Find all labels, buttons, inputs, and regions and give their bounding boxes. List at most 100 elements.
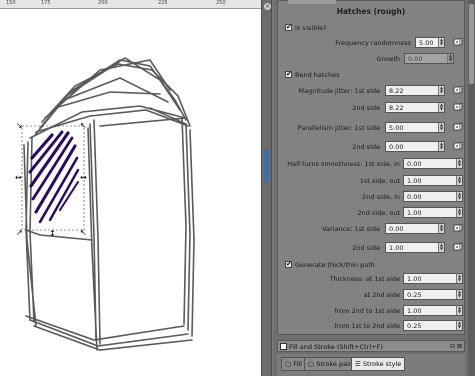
half-turns-2nd-out-input[interactable]: 1.00 ▲ ▼ (403, 207, 463, 218)
variance-2nd-label: 2nd side (352, 244, 380, 252)
panel-scrollbar[interactable] (468, 0, 475, 376)
half-turns-2nd-in-input[interactable]: 0.00 ▲ ▼ (403, 191, 463, 202)
tab-stroke-paint-label: Stroke paint (316, 360, 356, 368)
close-icon[interactable]: × (264, 3, 271, 10)
rotate-handle-tr: ↖ (80, 121, 87, 130)
randomize-dice-icon[interactable] (453, 223, 463, 233)
spin-arrows[interactable]: ▲ ▼ (456, 192, 462, 201)
dialog-title: Hatches (rough) (336, 7, 406, 16)
half-turns-1st-in-value: 0.00 (407, 160, 422, 168)
dock-divider[interactable]: × (261, 0, 272, 376)
is-visible-label: Is visible? (295, 24, 327, 32)
parallelism-1st-value: 5.00 (389, 124, 404, 132)
is-visible-checkbox[interactable]: ✔ (285, 23, 292, 31)
variance-2nd-input[interactable]: 1.00 ▲ ▼ (385, 242, 445, 253)
spin-arrows[interactable]: ▲ ▼ (438, 103, 444, 112)
randomize-dice-icon[interactable] (453, 242, 463, 252)
chevron-down-icon[interactable]: ▼ (457, 294, 462, 298)
rotate-handle-bl: ↗ (16, 228, 23, 237)
chevron-down-icon[interactable]: ▼ (439, 42, 444, 46)
spin-arrows[interactable]: ▲ ▼ (438, 224, 444, 233)
thickness-1to2-input[interactable]: 0.25 ▲ ▼ (403, 320, 463, 331)
half-turns-1st-out-input[interactable]: 1.00 ▲ ▼ (403, 175, 463, 186)
half-turns-1st-in-input[interactable]: 0.00 ▲ ▼ (403, 158, 463, 169)
hatch-strokes[interactable] (28, 130, 80, 224)
dialog-tab-strip[interactable] (288, 0, 336, 4)
spin-arrows[interactable]: ▲ ▼ (456, 321, 462, 330)
chevron-down-icon[interactable]: ▼ (457, 325, 462, 329)
spin-arrows[interactable]: ▲ ▼ (438, 243, 444, 252)
thick-thin-checkbox[interactable]: ✔ (285, 260, 292, 268)
randomize-dice-icon[interactable] (453, 102, 463, 112)
chevron-down-icon[interactable]: ▼ (439, 107, 444, 111)
chevron-down-icon[interactable]: ▼ (448, 58, 453, 62)
scrollbar-thumb[interactable] (469, 4, 474, 84)
thickness-1st-label: Thickness: at 1st side (329, 275, 400, 283)
spin-arrows[interactable]: ▲ ▼ (456, 274, 462, 283)
chevron-down-icon[interactable]: ▼ (457, 278, 462, 282)
tab-fill-label: Fill (293, 360, 302, 368)
randomize-dice-icon[interactable] (453, 122, 463, 132)
scale-handle-left: ↔ (15, 173, 22, 182)
bend-hatches-label: Bend hatches (295, 71, 340, 79)
growth-row: Growth 0.00 ▲ ▼ (278, 53, 466, 65)
spin-arrows[interactable]: ▲ ▼ (456, 208, 462, 217)
variance-1st-label: Variance: 1st side (322, 225, 380, 233)
is-visible-row: ✔ Is visible? (278, 22, 466, 34)
thickness-1st-row: Thickness: at 1st side 1.00 ▲ ▼ (278, 273, 466, 285)
spin-arrows[interactable]: ▲ ▼ (447, 54, 453, 63)
spin-arrows[interactable]: ▲ ▼ (456, 306, 462, 315)
thickness-2to1-value: 1.00 (407, 307, 422, 315)
spin-arrows[interactable]: ▲ ▼ (456, 290, 462, 299)
divider-handle[interactable] (264, 150, 269, 182)
chevron-down-icon[interactable]: ▼ (457, 163, 462, 167)
thickness-1st-input[interactable]: 1.00 ▲ ▼ (403, 273, 463, 284)
chevron-down-icon[interactable]: ▼ (457, 180, 462, 184)
spin-arrows[interactable]: ▲ ▼ (438, 123, 444, 132)
rotate-handle-br: ↖ (80, 228, 87, 237)
drawing-canvas[interactable]: ↘ ↖ ↔ ↔ ↗ ↕ ↖ 150 175 200 225 250 (0, 0, 261, 376)
frequency-randomness-input[interactable]: 5.00 ▲ ▼ (415, 37, 445, 48)
randomize-dice-icon[interactable] (453, 85, 463, 95)
half-turns-1st-out-label: 1st side, out (359, 177, 400, 185)
magnitude-2nd-input[interactable]: 8.22 ▲ ▼ (385, 102, 445, 113)
spin-arrows[interactable]: ▲ ▼ (438, 142, 444, 151)
randomize-dice-icon[interactable] (453, 37, 463, 47)
thickness-2to1-row: from 2nd to 1st side 1.00 ▲ ▼ (278, 305, 466, 317)
chevron-down-icon[interactable]: ▼ (439, 228, 444, 232)
growth-value: 0.00 (408, 55, 423, 63)
half-turns-2nd-out-value: 1.00 (407, 209, 422, 217)
chevron-down-icon[interactable]: ▼ (439, 127, 444, 131)
variance-1st-input[interactable]: 0.00 ▲ ▼ (385, 223, 445, 234)
magnitude-2nd-label: 2nd side (352, 104, 380, 112)
magnitude-1st-value: 8.22 (389, 87, 404, 95)
chevron-down-icon[interactable]: ▼ (439, 146, 444, 150)
fill-stroke-title: Fill and Stroke (Shift+Ctrl+F) (289, 343, 383, 351)
spin-arrows[interactable]: ▲ ▼ (456, 159, 462, 168)
spin-arrows[interactable]: ▲ ▼ (438, 86, 444, 95)
spin-arrows[interactable]: ▲ ▼ (456, 176, 462, 185)
parallelism-1st-label: Parallelism jitter: 1st side (297, 124, 380, 132)
half-turns-1st-out-row: 1st side, out 1.00 ▲ ▼ (278, 175, 466, 187)
ruler-label: 225 (158, 0, 168, 6)
tab-stroke-style[interactable]: ☰ Stroke style (351, 357, 406, 371)
fill-stroke-header[interactable]: Fill and Stroke (Shift+Ctrl+F) ⊟ ⊠ (277, 340, 465, 352)
chevron-down-icon[interactable]: ▼ (457, 196, 462, 200)
parallelism-2nd-input[interactable]: 0.00 ▲ ▼ (385, 141, 445, 152)
tab-fill[interactable]: ▢ Fill (281, 357, 306, 371)
dock-controls-icon[interactable]: ⊟ ⊠ (450, 343, 462, 350)
chevron-down-icon[interactable]: ▼ (457, 310, 462, 314)
thickness-2nd-input[interactable]: 0.25 ▲ ▼ (403, 289, 463, 300)
chevron-down-icon[interactable]: ▼ (439, 90, 444, 94)
thickness-2to1-input[interactable]: 1.00 ▲ ▼ (403, 305, 463, 316)
growth-input[interactable]: 0.00 ▲ ▼ (404, 53, 454, 64)
parallelism-1st-input[interactable]: 5.00 ▲ ▼ (385, 122, 445, 133)
chevron-down-icon[interactable]: ▼ (439, 247, 444, 251)
horizontal-ruler: 150 175 200 225 250 (0, 0, 261, 9)
magnitude-2nd-value: 8.22 (389, 104, 404, 112)
magnitude-1st-input[interactable]: 8.22 ▲ ▼ (385, 85, 445, 96)
randomize-dice-icon[interactable] (453, 141, 463, 151)
chevron-down-icon[interactable]: ▼ (457, 212, 462, 216)
spin-arrows[interactable]: ▲ ▼ (438, 38, 444, 47)
bend-hatches-checkbox[interactable]: ✔ (285, 70, 292, 78)
